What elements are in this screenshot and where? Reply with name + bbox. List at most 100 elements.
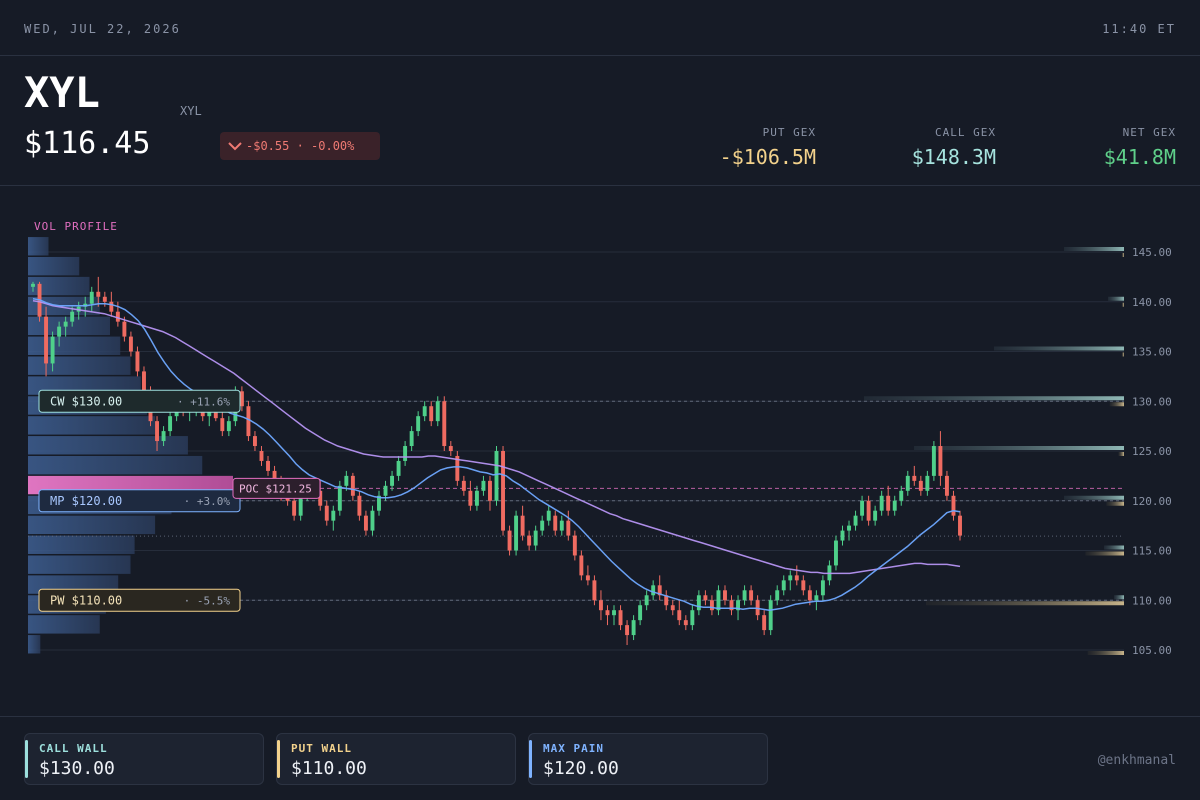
- candle-body: [644, 595, 649, 606]
- call-gex-bar: [1108, 296, 1124, 301]
- candle-body: [527, 535, 532, 546]
- candle-body: [781, 580, 786, 591]
- candle-body: [357, 495, 362, 516]
- candle-body: [866, 500, 871, 521]
- candle-body: [89, 291, 94, 304]
- y-tick-label: 115.00: [1132, 545, 1172, 558]
- call-wall-accent: [25, 740, 28, 778]
- net-gex-label: NET GEX: [1122, 126, 1176, 139]
- call-wall-value: $130.00: [39, 758, 115, 779]
- footer: CALL WALL $130.00 PUT WALL $110.00 MAX P…: [0, 716, 1200, 800]
- candle-body: [716, 590, 721, 611]
- candle-body: [625, 625, 630, 636]
- vol-profile-bar: [28, 276, 90, 296]
- candle-body: [259, 451, 264, 461]
- vol-profile-bar: [28, 256, 80, 276]
- candle-body: [892, 500, 897, 511]
- call-gex-bar: [1114, 595, 1124, 600]
- vol-profile-bar: [28, 316, 110, 336]
- call-wall-card: CALL WALL $130.00: [24, 733, 264, 785]
- vol-profile-bar: [28, 535, 135, 554]
- candle-body: [840, 530, 845, 541]
- candle-body: [488, 480, 492, 501]
- candle-body: [429, 406, 434, 422]
- put-wall-accent: [277, 740, 280, 778]
- candle-body: [435, 401, 440, 422]
- candle-body: [598, 600, 603, 611]
- candle-body: [918, 480, 923, 491]
- candle-body: [442, 401, 447, 447]
- call-gex-label: CALL GEX: [935, 126, 996, 139]
- call-gex-value: $148.3M: [911, 145, 996, 169]
- put-gex-bar: [1106, 501, 1124, 506]
- candle-body: [344, 475, 349, 486]
- candle-body: [363, 515, 368, 531]
- candle-body: [266, 460, 270, 471]
- y-tick-label: 135.00: [1132, 346, 1172, 359]
- candle-body: [553, 515, 558, 531]
- vol-profile-bar: [28, 635, 41, 654]
- put-gex-bar: [1118, 452, 1124, 456]
- candle-body: [370, 510, 375, 531]
- candle-body: [579, 555, 584, 576]
- level-pct-cw: · +11.6%: [177, 395, 230, 408]
- candle-body: [220, 418, 225, 432]
- candle-body: [416, 416, 421, 432]
- candle-body: [677, 610, 682, 621]
- candle-body: [703, 595, 708, 601]
- poc-label: POC $121.25: [239, 482, 312, 495]
- candle-body: [501, 451, 505, 531]
- candle-body: [742, 590, 747, 601]
- max-pain-accent: [529, 740, 532, 778]
- candle-body: [520, 515, 525, 536]
- candle-body: [651, 585, 656, 596]
- candle-body: [331, 510, 336, 521]
- candle-body: [168, 416, 173, 432]
- call-gex-bar: [1064, 495, 1124, 500]
- put-wall-value: $110.00: [291, 758, 367, 779]
- candle-body: [409, 431, 414, 447]
- price-change-badge: -$0.55 · -0.00%: [220, 132, 380, 160]
- candle-body: [128, 336, 133, 352]
- level-pct-mp: · +3.0%: [184, 495, 231, 508]
- candle-body: [50, 336, 55, 364]
- candle-body: [390, 475, 395, 486]
- candle-body: [768, 600, 773, 631]
- candle-body: [514, 515, 519, 551]
- put-gex-label: PUT GEX: [762, 126, 816, 139]
- candle-body: [801, 580, 806, 591]
- y-tick-label: 110.00: [1132, 594, 1172, 607]
- candle-body: [246, 406, 251, 437]
- vol-profile-label: VOL PROFILE: [34, 220, 118, 233]
- call-gex-bar: [1064, 247, 1124, 251]
- candle-body: [57, 326, 62, 337]
- candle-body: [252, 436, 257, 447]
- candle-body: [592, 580, 597, 601]
- candle-body: [631, 620, 636, 636]
- y-tick-label: 130.00: [1132, 395, 1172, 408]
- level-label-mp: MP $120.00: [50, 494, 122, 508]
- put-gex-bar: [926, 601, 1124, 606]
- vol-profile-bar: [28, 455, 203, 475]
- candle-body: [403, 446, 408, 461]
- candle-body: [161, 431, 166, 442]
- candle-body: [723, 590, 727, 601]
- candle-body: [585, 575, 590, 581]
- candle-body: [886, 495, 891, 511]
- date-label: WED, JUL 22, 2026: [24, 22, 181, 36]
- candle-body: [122, 321, 127, 337]
- candle-body: [794, 575, 799, 581]
- candle-body: [337, 485, 342, 511]
- candle-body: [109, 301, 114, 312]
- candle-body: [905, 475, 910, 491]
- candle-body: [142, 371, 146, 392]
- candle-body: [474, 490, 479, 506]
- net-gex-value: $41.8M: [1103, 145, 1176, 169]
- price-change-text: -$0.55 · -0.00%: [246, 139, 355, 153]
- candle-body: [879, 495, 884, 511]
- candle-body: [814, 595, 819, 601]
- candle-body: [540, 520, 545, 531]
- candle-body: [762, 615, 767, 631]
- vol-profile-bar: [28, 237, 49, 256]
- net-gex-stat: NET GEX $41.8M: [1104, 126, 1176, 169]
